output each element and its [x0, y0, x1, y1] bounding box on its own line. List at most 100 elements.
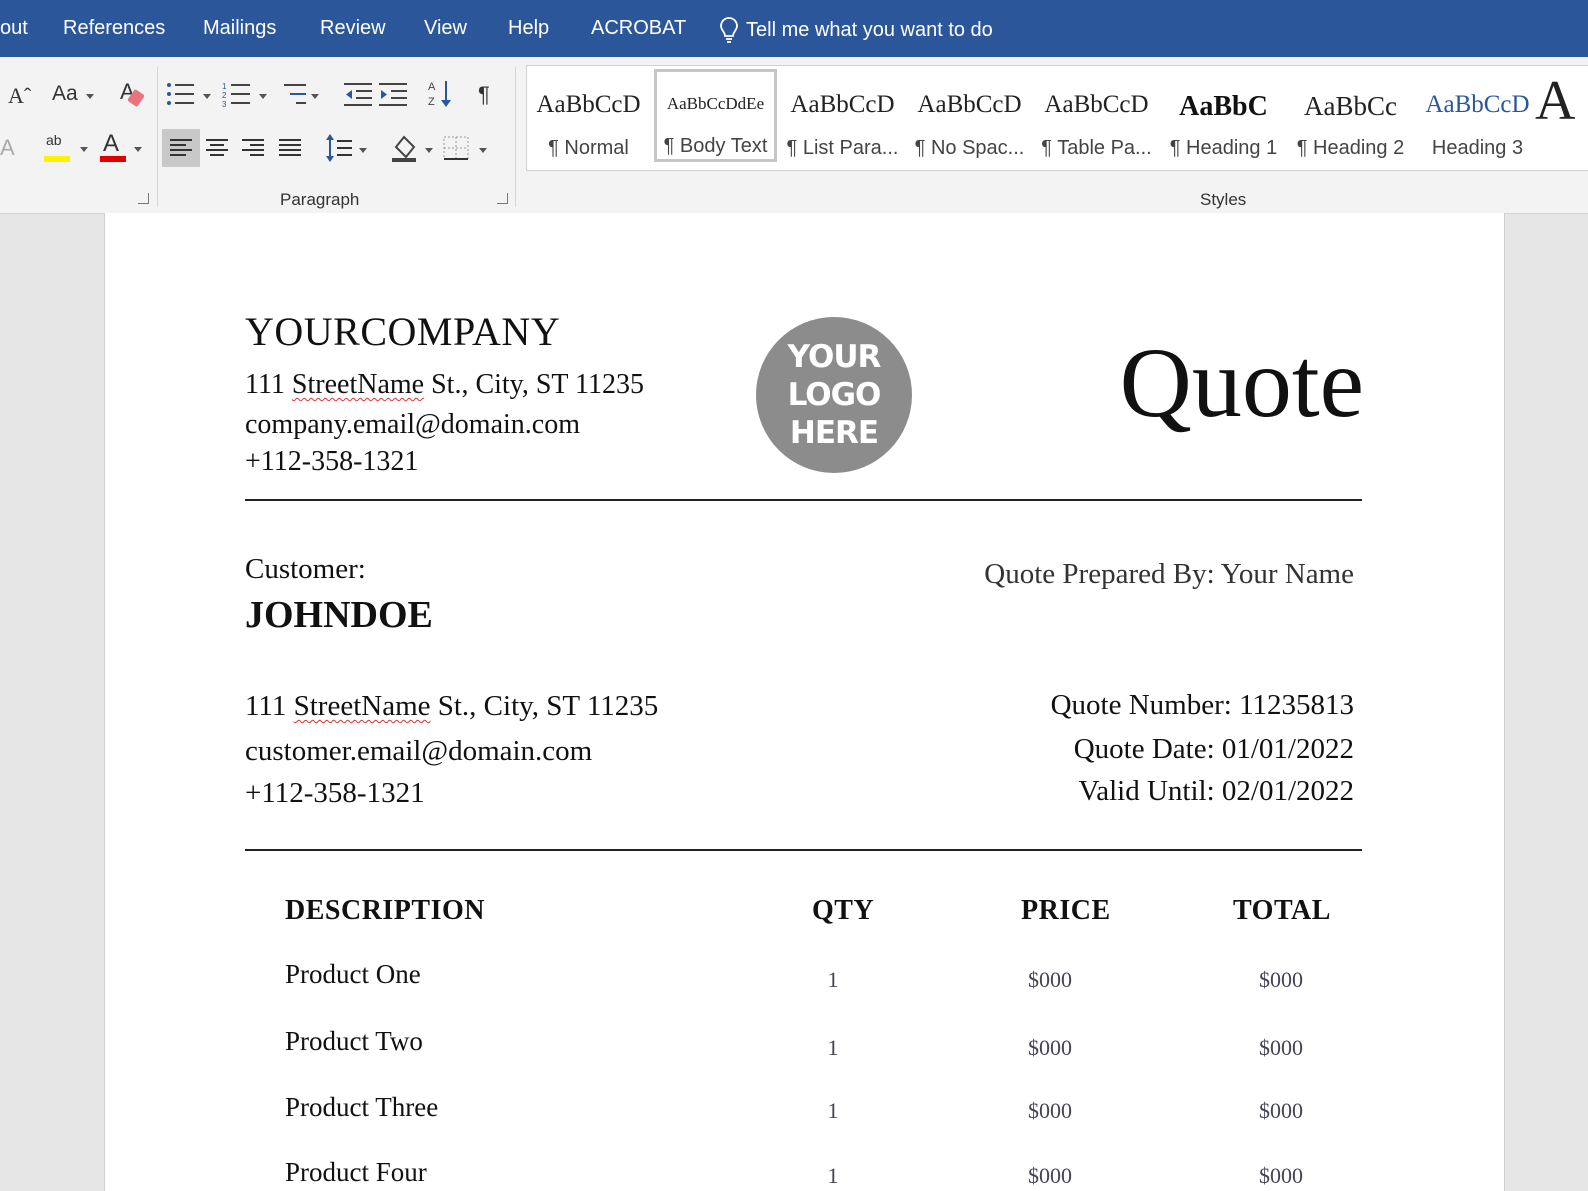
logo-placeholder[interactable]: YOUR LOGO HERE [756, 317, 912, 473]
multilevel-list-icon[interactable] [278, 81, 308, 107]
address-text: 111 [245, 690, 294, 722]
style-list-paragraph[interactable]: AaBbCcD ¶ List Para... [781, 69, 904, 162]
chevron-down-icon[interactable] [134, 147, 142, 152]
customer-phone: +112-358-1321 [245, 777, 425, 810]
style-heading-2[interactable]: AaBbCc ¶ Heading 2 [1289, 69, 1412, 162]
column-header-price: PRICE [1021, 895, 1111, 927]
line-spacing-icon[interactable] [325, 133, 353, 163]
paragraph-dialog-launcher-icon[interactable] [497, 193, 508, 204]
group-divider [515, 67, 516, 207]
chevron-down-icon[interactable] [203, 94, 211, 99]
svg-text:A: A [428, 81, 436, 93]
company-name: YOURCOMPANY [245, 308, 560, 355]
page-title: Quote [1120, 325, 1364, 440]
style-name: Heading 3 [1416, 137, 1539, 160]
style-name: ¶ No Spac... [908, 137, 1031, 160]
style-name: ¶ Body Text [654, 135, 777, 158]
highlight-color-button[interactable]: ab [44, 132, 74, 162]
styles-group-label: Styles [1200, 190, 1246, 210]
company-phone: +112-358-1321 [245, 446, 418, 478]
font-dialog-launcher-icon[interactable] [138, 193, 149, 204]
customer-label: Customer: [245, 553, 366, 586]
tab-view[interactable]: View [424, 17, 467, 40]
sort-icon[interactable]: A Z [428, 79, 454, 109]
company-address: 111 StreetName St., City, ST 11235 [245, 369, 644, 401]
logo-text: YOUR [756, 338, 912, 376]
chevron-down-icon[interactable] [80, 147, 88, 152]
logo-text: LOGO [756, 376, 912, 414]
style-name: ¶ Heading 1 [1162, 137, 1285, 160]
row-total: $000 [1211, 967, 1351, 993]
document-page[interactable]: YOURCOMPANY 111 StreetName St., City, ST… [104, 213, 1505, 1191]
chevron-down-icon[interactable] [425, 148, 433, 153]
row-price: $000 [980, 1098, 1120, 1124]
svg-text:3: 3 [222, 100, 227, 107]
style-name: ¶ Heading 2 [1289, 137, 1412, 160]
tab-help[interactable]: Help [508, 17, 549, 40]
lightbulb-icon [720, 17, 738, 43]
tab-mailings[interactable]: Mailings [203, 17, 276, 40]
text-effects-icon[interactable]: A [0, 137, 15, 159]
tab-review[interactable]: Review [320, 17, 386, 40]
tab-references[interactable]: References [63, 17, 165, 40]
tell-me-search[interactable]: Tell me what you want to do [720, 17, 993, 43]
clear-formatting-icon[interactable]: A [118, 79, 146, 109]
style-title[interactable]: A [1535, 69, 1588, 162]
chevron-down-icon[interactable] [479, 148, 487, 153]
style-sample: AaBbC [1162, 91, 1285, 123]
address-text: St., City, ST 11235 [424, 369, 644, 400]
row-description: Product Four [285, 1157, 427, 1188]
chevron-down-icon[interactable] [259, 94, 267, 99]
change-case-button[interactable]: Aa [52, 83, 78, 105]
svg-text:Z: Z [428, 96, 435, 108]
style-heading-1[interactable]: AaBbC ¶ Heading 1 [1162, 69, 1285, 162]
row-description: Product Three [285, 1092, 438, 1123]
style-sample: AaBbCcD [1416, 91, 1539, 119]
style-sample: AaBbCcDdEe [654, 94, 777, 114]
chevron-down-icon [86, 94, 94, 99]
row-price: $000 [980, 1035, 1120, 1061]
style-body-text[interactable]: AaBbCcDdEe ¶ Body Text [654, 69, 777, 162]
chevron-down-icon[interactable] [359, 148, 367, 153]
prepared-by: Quote Prepared By: Your Name [984, 558, 1354, 591]
show-formatting-marks-icon[interactable]: ¶ [478, 84, 490, 106]
chevron-down-icon[interactable] [311, 94, 319, 99]
justify-icon[interactable] [278, 137, 302, 159]
svg-text:2: 2 [222, 91, 227, 100]
menu-bar: out References Mailings Review View Help… [0, 0, 1588, 57]
style-heading-3[interactable]: AaBbCcD Heading 3 [1416, 69, 1539, 162]
numbering-icon[interactable]: 1 2 3 [222, 81, 252, 107]
shading-icon[interactable] [390, 133, 420, 163]
increase-indent-icon[interactable] [379, 81, 407, 107]
svg-text:1: 1 [222, 82, 227, 91]
decrease-indent-icon[interactable] [344, 81, 372, 107]
style-normal[interactable]: AaBbCcD ¶ Normal [527, 69, 650, 162]
customer-name: JOHNDOE [245, 593, 433, 637]
paragraph-group-label: Paragraph [280, 190, 359, 210]
ribbon: Aˆ Aa A A ab A 1 2 3 [0, 57, 1588, 214]
align-right-icon[interactable] [241, 137, 265, 159]
borders-icon[interactable] [442, 135, 470, 161]
grow-font-icon[interactable]: Aˆ [8, 85, 31, 107]
bullets-icon[interactable] [166, 81, 196, 107]
style-no-spacing[interactable]: AaBbCcD ¶ No Spac... [908, 69, 1031, 162]
style-name: ¶ Table Pa... [1035, 137, 1158, 160]
quote-number: Quote Number: 11235813 [1051, 689, 1354, 722]
style-sample: AaBbCcD [908, 91, 1031, 119]
style-table-paragraph[interactable]: AaBbCcD ¶ Table Pa... [1035, 69, 1158, 162]
spelling-flagged-word[interactable]: StreetName [292, 369, 424, 400]
align-center-icon[interactable] [205, 137, 229, 159]
row-price: $000 [980, 1163, 1120, 1189]
row-qty: 1 [763, 1098, 903, 1124]
align-left-button[interactable] [162, 129, 200, 167]
row-total: $000 [1211, 1163, 1351, 1189]
font-color-button[interactable]: A [100, 132, 130, 162]
tab-acrobat[interactable]: ACROBAT [591, 17, 686, 40]
customer-address: 111 StreetName St., City, ST 11235 [245, 690, 658, 723]
divider [245, 849, 1362, 851]
spelling-flagged-word[interactable]: StreetName [294, 690, 431, 722]
column-header-description: DESCRIPTION [285, 895, 485, 927]
column-header-total: TOTAL [1233, 895, 1331, 927]
tab-layout[interactable]: out [0, 17, 28, 40]
customer-email: customer.email@domain.com [245, 735, 592, 768]
